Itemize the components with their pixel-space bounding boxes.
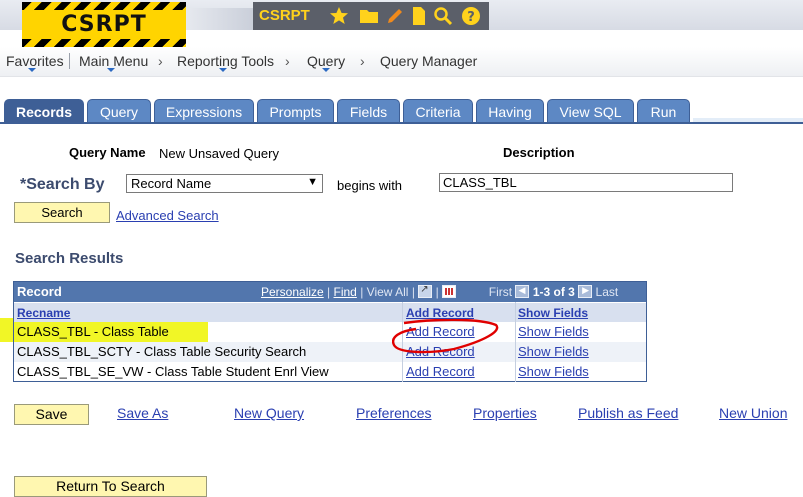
results-grid: Record Personalize | Find | View All | |…	[13, 281, 647, 382]
view-all-link[interactable]: View All	[367, 285, 409, 299]
search-input[interactable]: CLASS_TBL	[439, 173, 733, 192]
tab-expressions[interactable]: Expressions	[154, 99, 254, 123]
previous-icon[interactable]	[515, 285, 530, 298]
search-by-select[interactable]: Record Name ▼	[126, 174, 323, 193]
tab-criteria[interactable]: Criteria	[403, 99, 473, 123]
divider	[69, 53, 70, 69]
breadcrumb-separator: ›	[285, 53, 290, 69]
advanced-search-link[interactable]: Advanced Search	[116, 208, 219, 223]
annotation-circle	[392, 319, 499, 354]
banner: CSRPT CSRPT ?	[0, 0, 803, 47]
range-label: 1-3 of 3	[532, 285, 575, 299]
breadcrumb-main-menu[interactable]: Main Menu	[79, 53, 148, 69]
query-name-label: Query Name	[69, 145, 146, 160]
column-show-fields[interactable]: Show Fields	[518, 306, 588, 320]
download-icon[interactable]	[442, 285, 457, 298]
search-results-title: Search Results	[15, 250, 124, 267]
tab-underline	[0, 122, 803, 124]
column-divider	[515, 302, 516, 382]
chevron-down-icon: ▼	[307, 176, 318, 188]
publish-as-feed-link[interactable]: Publish as Feed	[578, 405, 678, 421]
tab-fields[interactable]: Fields	[337, 99, 400, 123]
return-to-search-button[interactable]: Return To Search	[14, 476, 207, 497]
column-recname[interactable]: Recname	[17, 306, 70, 320]
search-icon[interactable]	[433, 6, 453, 26]
begins-with-label: begins with	[337, 178, 403, 193]
grid-navigation: Personalize | Find | View All | | First …	[261, 284, 619, 299]
chevron-down-icon	[219, 68, 227, 72]
tab-bar: Records Query Expressions Prompts Fields…	[0, 99, 803, 123]
new-union-link[interactable]: New Union	[719, 405, 787, 421]
chevron-down-icon	[107, 68, 115, 72]
column-headers: Recname Add Record Show Fields	[14, 302, 646, 322]
tab-records[interactable]: Records	[4, 99, 84, 123]
grid-header: Record Personalize | Find | View All | |…	[14, 282, 646, 302]
recname-cell: CLASS_TBL_SCTY - Class Table Security Se…	[17, 344, 307, 359]
table-row: CLASS_TBL_SCTY - Class Table Security Se…	[14, 342, 646, 362]
search-button[interactable]: Search	[14, 202, 110, 223]
chevron-down-icon	[28, 68, 36, 72]
grid-title: Record	[17, 284, 62, 299]
recname-cell: CLASS_TBL - Class Table	[17, 324, 169, 339]
header-title: CSRPT	[259, 7, 310, 24]
next-icon[interactable]	[578, 285, 593, 298]
logo-text: CSRPT	[61, 12, 147, 37]
tab-view-sql[interactable]: View SQL	[547, 99, 634, 123]
tab-prompts[interactable]: Prompts	[257, 99, 334, 123]
folder-icon[interactable]	[359, 6, 379, 26]
star-icon[interactable]	[329, 6, 349, 26]
properties-link[interactable]: Properties	[473, 405, 537, 421]
new-query-link[interactable]: New Query	[234, 405, 304, 421]
personalize-link[interactable]: Personalize	[261, 285, 324, 299]
zoom-icon[interactable]	[418, 284, 433, 298]
banner-swirl	[186, 8, 256, 30]
hazard-stripe-top	[22, 2, 186, 10]
search-by-label: *Search By	[20, 176, 105, 193]
query-name-value: New Unsaved Query	[159, 146, 279, 161]
header-toolbar: CSRPT ?	[253, 2, 489, 30]
breadcrumb-reporting-tools[interactable]: Reporting Tools	[177, 53, 274, 69]
description-label: Description	[503, 145, 575, 160]
search-by-value: Record Name	[131, 176, 212, 191]
breadcrumb-query[interactable]: Query	[307, 53, 345, 69]
pencil-icon[interactable]	[385, 6, 405, 26]
breadcrumb-query-manager[interactable]: Query Manager	[380, 53, 477, 69]
save-button[interactable]: Save	[14, 404, 89, 425]
show-fields-link[interactable]: Show Fields	[518, 324, 589, 339]
breadcrumb-separator: ›	[158, 53, 163, 69]
help-icon[interactable]: ?	[461, 6, 481, 26]
tab-run[interactable]: Run	[637, 99, 690, 123]
first-label: First	[488, 285, 513, 299]
logo: CSRPT	[22, 2, 186, 47]
last-label: Last	[595, 285, 619, 299]
preferences-link[interactable]: Preferences	[356, 405, 431, 421]
tab-query[interactable]: Query	[87, 99, 151, 123]
chevron-down-icon	[322, 68, 330, 72]
breadcrumb: Favorites Main Menu › Reporting Tools › …	[0, 47, 803, 77]
show-fields-link[interactable]: Show Fields	[518, 344, 589, 359]
tab-having[interactable]: Having	[476, 99, 544, 123]
breadcrumb-separator: ›	[360, 53, 365, 69]
breadcrumb-favorites[interactable]: Favorites	[6, 53, 64, 69]
hazard-stripe-bottom	[22, 39, 186, 47]
svg-text:?: ?	[467, 10, 475, 25]
find-link[interactable]: Find	[334, 285, 357, 299]
column-add-record[interactable]: Add Record	[406, 306, 474, 320]
recname-cell: CLASS_TBL_SE_VW - Class Table Student En…	[17, 364, 329, 379]
save-as-link[interactable]: Save As	[117, 405, 168, 421]
show-fields-link[interactable]: Show Fields	[518, 364, 589, 379]
table-row: CLASS_TBL_SE_VW - Class Table Student En…	[14, 362, 646, 382]
add-record-link[interactable]: Add Record	[406, 364, 475, 379]
table-row: CLASS_TBL - Class Table Add Record Show …	[14, 322, 646, 342]
document-icon[interactable]	[409, 6, 429, 26]
